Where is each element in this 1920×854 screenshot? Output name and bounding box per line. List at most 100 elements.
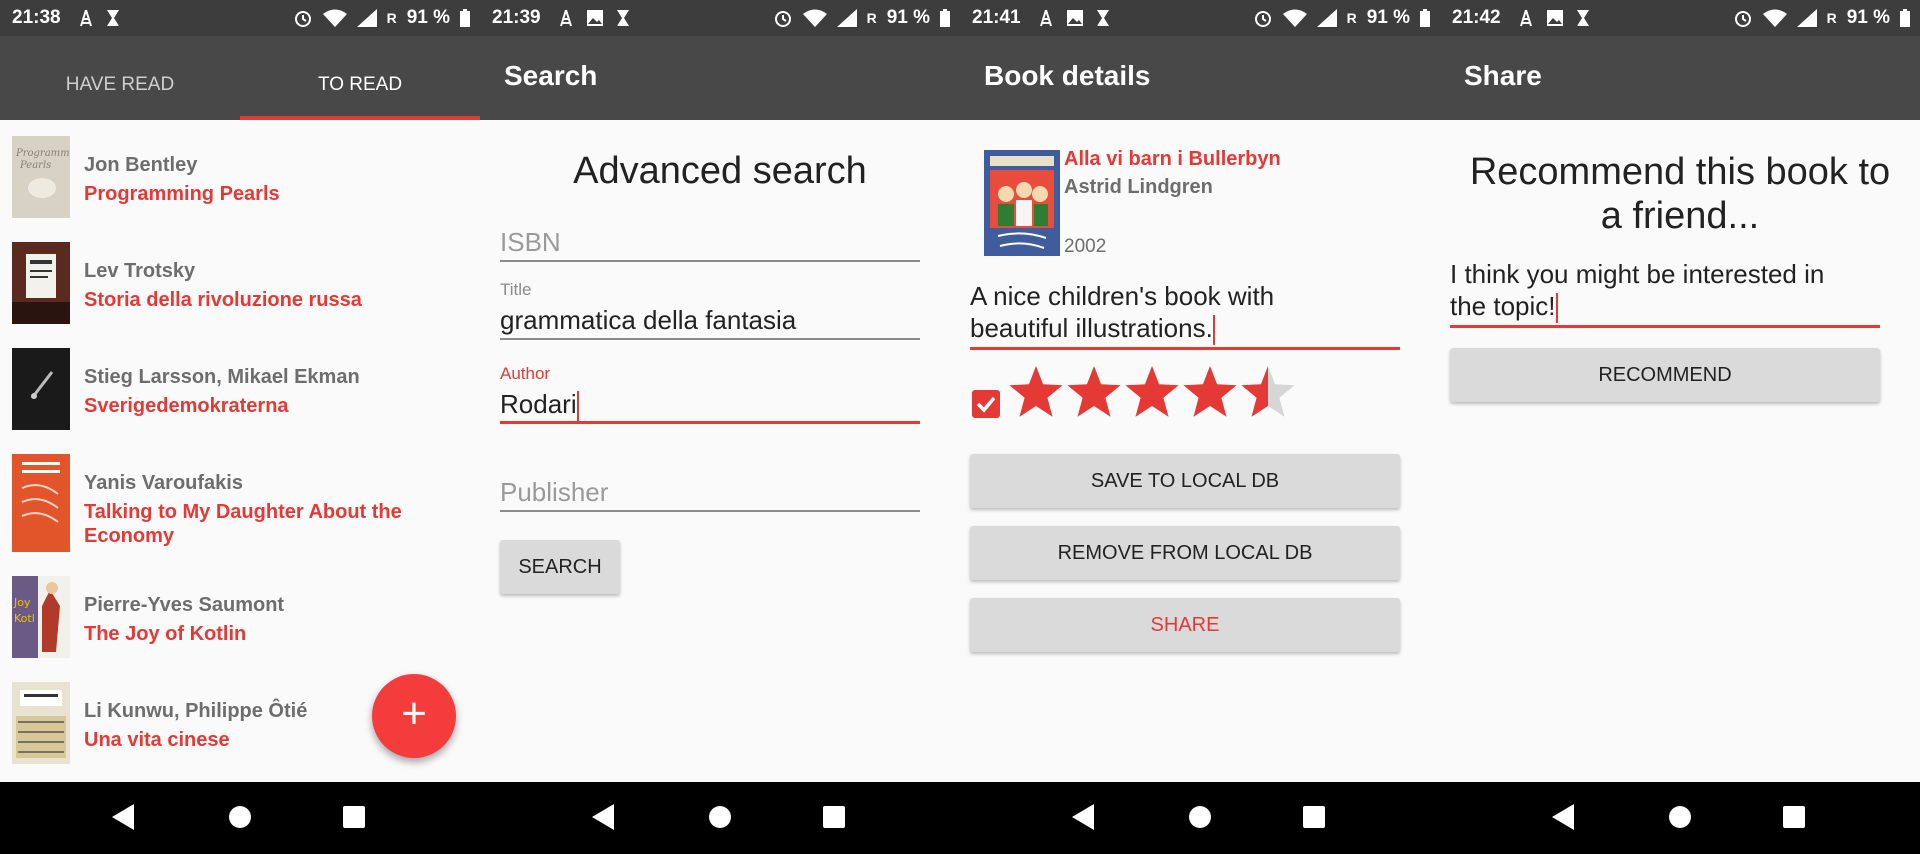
search-button[interactable]: SEARCH [500,540,620,594]
book-title: Alla vi barn i Bullerbyn [1064,148,1281,170]
roaming-indicator: R [866,10,877,26]
title-field[interactable]: Title grammatica della fantasia [500,280,920,340]
book-cover: ProgrammingPearls [12,136,70,218]
battery-percent: 91 % [1846,7,1890,28]
page-title: Book details [984,60,1151,91]
roaming-indicator: R [1826,10,1837,26]
book-title: Sverigedemokraterna [84,395,289,417]
status-time: 21:39 [492,7,541,28]
title-label: Title [500,280,532,299]
book-year: 2002 [1064,236,1107,257]
page-title: Share [1464,60,1542,91]
tab-have-read[interactable]: HAVE READ [0,36,240,120]
page-title: Search [504,60,598,91]
screen-share: 21:42 R 91 % Share Recommend this book t… [1440,0,1920,854]
svg-text:Pearls: Pearls [19,160,51,171]
navigation-bar [480,782,960,854]
heading-line: Recommend this book to [1469,151,1891,193]
share-button[interactable]: SHARE [970,598,1400,652]
check-icon [976,396,996,413]
tab-to-read[interactable]: TO READ [240,36,480,120]
recommend-button[interactable]: RECOMMEND [1450,348,1880,402]
star-icon[interactable] [1009,366,1063,417]
book-cover [984,150,1060,256]
roaming-indicator: R [1346,10,1357,26]
status-time: 21:42 [1452,7,1501,28]
save-to-local-db-button[interactable]: SAVE TO LOCAL DB [970,454,1400,508]
status-bar: 21:39 R 91 % [480,0,960,36]
back-icon[interactable] [592,804,616,830]
book-title: Programming Pearls [84,183,280,205]
isbn-input[interactable]: ISBN [500,222,920,262]
book-cover [12,242,70,324]
back-icon[interactable] [112,804,136,830]
add-book-button[interactable]: + [372,674,456,758]
back-icon[interactable] [1552,804,1576,830]
book-title: Talking to My Daughter About the Economy [84,501,402,547]
status-bar: 21:38 R 91 % [0,0,480,36]
review-line: beautiful illustrations. [970,312,1400,346]
svg-text:Programming: Programming [15,148,70,159]
list-item[interactable]: Yanis Varoufakis Talking to My Daughter … [12,454,472,554]
battery-icon [1900,9,1910,27]
cell-signal-icon [836,9,857,27]
battery-percent: 91 % [886,7,930,28]
book-author: Li Kunwu, Philippe Ôtié [84,700,308,722]
home-icon[interactable] [1668,804,1692,830]
status-time: 21:38 [12,7,61,28]
rating-bar[interactable] [1008,360,1408,430]
book-author: Jon Bentley [84,154,198,176]
book-author: Pierre-Yves Saumont [84,594,285,616]
app-bar: Search [480,36,960,120]
review-line: A nice children's book with [970,281,1275,311]
recents-icon[interactable] [1302,804,1326,830]
battery-percent: 91 % [1366,7,1410,28]
message-textarea[interactable]: I think you might be interested in the t… [1450,258,1880,328]
title-input[interactable]: grammatica della fantasia [500,300,920,340]
hourglass-icon [617,10,629,26]
alarm-icon [294,11,311,27]
star-icon[interactable] [1125,366,1179,417]
screen-book-details: 21:41 R 91 % Book details Alla vi barn i… [960,0,1440,854]
text-cursor [1555,293,1558,324]
isbn-field[interactable]: ISBN [500,222,920,262]
star-icon[interactable] [1067,366,1121,417]
read-checkbox[interactable] [972,390,1000,418]
app-bar: Book details [960,36,1440,120]
list-item[interactable]: Stieg Larsson, Mikael Ekman Sverigedemok… [12,348,472,432]
wifi-icon [1762,9,1787,27]
book-author: Lev Trotsky [84,260,196,282]
author-label: Author [500,364,551,383]
recents-icon[interactable] [1782,804,1806,830]
text-cursor [576,391,579,422]
list-item[interactable]: Lev Trotsky Storia della rivoluzione rus… [12,242,472,326]
tab-bar: HAVE READ TO READ [0,36,480,120]
home-icon[interactable] [228,804,252,830]
signal-tower-icon [80,9,92,27]
remove-from-local-db-button[interactable]: REMOVE FROM LOCAL DB [970,526,1400,580]
home-icon[interactable] [1188,804,1212,830]
list-item[interactable]: Joy Kotl Pierre-Yves Saumont The Joy of K… [12,576,472,660]
image-icon [1547,10,1563,26]
star-icon[interactable] [1183,366,1237,417]
list-item[interactable]: ProgrammingPearls Jon Bentley Programmin… [12,136,472,220]
cell-signal-icon [356,9,377,27]
share-form: Recommend this book to a friend... I thi… [1440,120,1920,782]
alarm-icon [774,11,791,27]
book-cover [12,348,70,430]
author-field[interactable]: Author Rodari [500,364,920,424]
hourglass-icon [1097,10,1109,26]
star-icon[interactable] [1241,366,1295,417]
wifi-icon [802,9,827,27]
back-icon[interactable] [1072,804,1096,830]
publisher-field[interactable]: Publisher [500,472,920,512]
home-icon[interactable] [708,804,732,830]
author-input[interactable]: Rodari [500,384,920,424]
review-textarea[interactable]: A nice children's book with beautiful il… [970,280,1400,350]
recents-icon[interactable] [342,804,366,830]
battery-icon [1420,9,1430,27]
battery-icon [460,9,470,27]
publisher-input[interactable]: Publisher [500,472,920,512]
book-details: Alla vi barn i Bullerbyn Astrid Lindgren… [960,120,1440,782]
recents-icon[interactable] [822,804,846,830]
